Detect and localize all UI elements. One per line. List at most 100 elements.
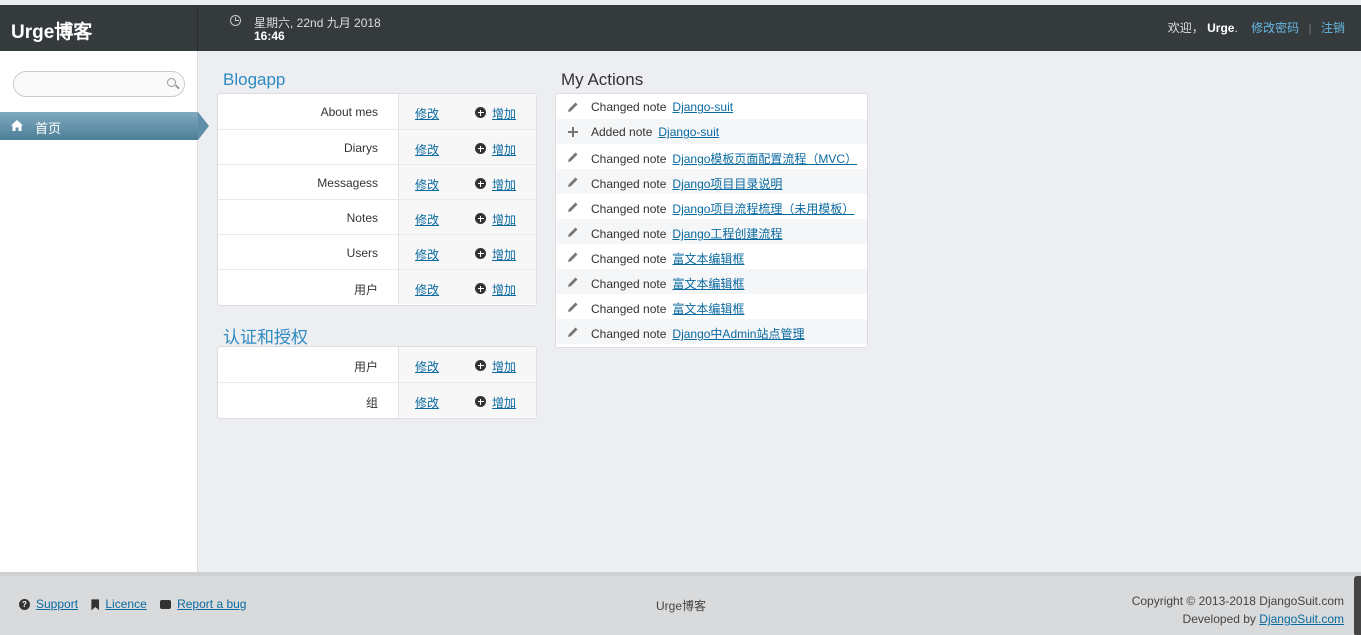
plus-circle-icon: [475, 248, 486, 259]
model-name[interactable]: 用户: [218, 347, 398, 382]
table-row: 用户 修改 增加: [218, 269, 536, 304]
recent-actions-list: Changed note Django-suit Added note Django-…: [555, 93, 868, 348]
licence-link[interactable]: Licence: [105, 597, 146, 611]
row-actions: 修改 增加: [398, 200, 536, 234]
sidebar-item-home[interactable]: 首页: [0, 112, 209, 140]
change-link[interactable]: 修改: [415, 281, 439, 298]
developer-link[interactable]: DjangoSuit.com: [1259, 612, 1344, 626]
developed-by-text: Developed by: [1182, 612, 1256, 626]
table-row: Users 修改 增加: [218, 234, 536, 269]
action-text: Changed note Django项目目录说明: [591, 175, 782, 192]
footer-copyright: Copyright © 2013-2018 DjangoSuit.com Dev…: [1132, 592, 1344, 628]
welcome-text: 欢迎，: [1167, 21, 1204, 35]
action-object-link[interactable]: Django工程创建流程: [672, 227, 782, 241]
action-object-link[interactable]: 富文本编辑框: [672, 252, 744, 266]
sidebar: 首页: [0, 51, 209, 572]
support-link[interactable]: Support: [36, 597, 78, 611]
change-link[interactable]: 修改: [415, 246, 439, 263]
footer-brand: Urge博客: [656, 599, 707, 613]
module-title-blogapp[interactable]: Blogapp: [223, 70, 285, 90]
action-verb: Changed note: [591, 277, 667, 291]
scrollbar-thumb[interactable]: [1354, 576, 1361, 635]
module-title-auth[interactable]: 认证和授权: [223, 323, 308, 348]
action-item: Changed note Django模板页面配置流程（MVC）: [556, 144, 867, 169]
report-bug-link[interactable]: Report a bug: [177, 597, 246, 611]
model-name[interactable]: Messagess: [218, 165, 398, 199]
action-item: Changed note Django工程创建流程: [556, 219, 867, 244]
table-row: 组 修改 增加: [218, 382, 536, 417]
action-object-link[interactable]: Django-suit: [672, 100, 733, 114]
action-object-link[interactable]: Django项目目录说明: [672, 177, 782, 191]
action-text: Changed note 富文本编辑框: [591, 275, 744, 292]
action-verb: Changed note: [591, 152, 667, 166]
support-link-wrap: ? Support: [19, 597, 78, 611]
brand-title[interactable]: Urge博客: [0, 5, 198, 51]
bookmark-icon: [91, 599, 100, 611]
add-link[interactable]: 增加: [492, 394, 516, 411]
model-name[interactable]: 组: [218, 383, 398, 417]
report-bug-link-wrap: Report a bug: [160, 597, 246, 611]
pencil-icon: [568, 277, 578, 287]
username: Urge: [1207, 21, 1235, 35]
logout-link[interactable]: 注销: [1321, 21, 1345, 35]
question-icon: ?: [19, 599, 30, 611]
action-verb: Changed note: [591, 302, 667, 316]
sidebar-item-label: 首页: [35, 121, 62, 136]
action-object-link[interactable]: Django-suit: [658, 125, 719, 139]
action-object-link[interactable]: Django项目流程梳理（未用模板）: [672, 202, 854, 216]
table-row: Diarys 修改 增加: [218, 129, 536, 164]
change-link[interactable]: 修改: [415, 358, 439, 375]
username-period: .: [1234, 21, 1238, 35]
action-object-link[interactable]: Django中Admin站点管理: [672, 327, 804, 341]
action-object-link[interactable]: 富文本编辑框: [672, 277, 744, 291]
change-link[interactable]: 修改: [415, 176, 439, 193]
add-link[interactable]: 增加: [492, 176, 516, 193]
model-name[interactable]: Users: [218, 235, 398, 269]
plus-circle-icon: [475, 283, 486, 294]
action-text: Changed note Django项目流程梳理（未用模板）: [591, 200, 854, 217]
change-link[interactable]: 修改: [415, 211, 439, 228]
add-link[interactable]: 增加: [492, 281, 516, 298]
search-icon[interactable]: [167, 78, 176, 87]
action-item: Changed note Django中Admin站点管理: [556, 319, 867, 344]
table-row: Notes 修改 增加: [218, 199, 536, 234]
model-name[interactable]: About mes: [218, 94, 398, 129]
comment-icon: [160, 600, 172, 610]
pencil-icon: [568, 227, 578, 237]
search-input[interactable]: [13, 71, 185, 97]
developed-by: Developed by DjangoSuit.com: [1132, 610, 1344, 628]
model-name[interactable]: Diarys: [218, 130, 398, 164]
add-link[interactable]: 增加: [492, 358, 516, 375]
clock-icon: [230, 15, 241, 26]
add-link[interactable]: 增加: [492, 211, 516, 228]
action-item: Changed note 富文本编辑框: [556, 269, 867, 294]
action-text: Changed note Django模板页面配置流程（MVC）: [591, 150, 857, 167]
action-object-link[interactable]: Django模板页面配置流程（MVC）: [672, 152, 857, 166]
time-text: 16:46: [254, 29, 285, 43]
action-item: Changed note Django项目目录说明: [556, 169, 867, 194]
action-text: Changed note Django-suit: [591, 100, 733, 114]
user-tools: 欢迎， Urge. 修改密码 | 注销: [1168, 19, 1345, 36]
add-link[interactable]: 增加: [492, 105, 516, 122]
add-link[interactable]: 增加: [492, 246, 516, 263]
table-row: About mes 修改 增加: [218, 94, 536, 129]
change-link[interactable]: 修改: [415, 141, 439, 158]
action-verb: Changed note: [591, 252, 667, 266]
model-name[interactable]: 用户: [218, 270, 398, 304]
add-link[interactable]: 增加: [492, 141, 516, 158]
pencil-icon: [568, 177, 578, 187]
footer: ? Support Licence Report a bug Urge博客 Cop…: [0, 572, 1361, 635]
action-object-link[interactable]: 富文本编辑框: [672, 302, 744, 316]
module-auth: 用户 修改 增加 组 修改 增加: [217, 346, 537, 419]
action-item: Changed note 富文本编辑框: [556, 294, 867, 319]
change-password-link[interactable]: 修改密码: [1251, 21, 1299, 35]
pencil-icon: [568, 102, 578, 112]
change-link[interactable]: 修改: [415, 394, 439, 411]
change-link[interactable]: 修改: [415, 105, 439, 122]
model-name[interactable]: Notes: [218, 200, 398, 234]
action-verb: Changed note: [591, 100, 667, 114]
action-item: Changed note Django项目流程梳理（未用模板）: [556, 194, 867, 219]
top-header: Urge博客 星期六, 22nd 九月 2018 16:46 欢迎， Urge.…: [0, 5, 1361, 51]
action-verb: Added note: [591, 125, 653, 139]
action-text: Added note Django-suit: [591, 125, 719, 139]
